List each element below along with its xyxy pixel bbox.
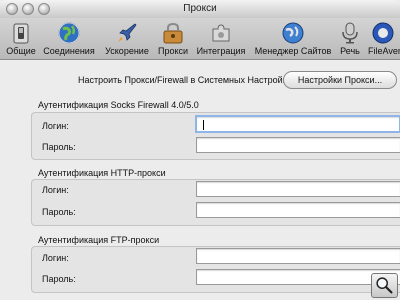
toolbar-item-integration[interactable]: Интеграция: [192, 18, 250, 60]
http-password-label: Пароль:: [42, 207, 76, 217]
socks-password-label: Пароль:: [42, 142, 76, 152]
toolbar-item-label: Речь: [340, 46, 360, 56]
socks-login-input[interactable]: [195, 115, 400, 133]
close-window-button[interactable]: [6, 3, 18, 15]
ftp-password-input[interactable]: [196, 269, 400, 285]
site-manager-globe-icon: [282, 22, 304, 44]
system-proxy-settings-label: Настроить Прокси/Firewall в Системных На…: [78, 75, 299, 85]
toolbar-item-label: Менеджер Сайтов: [254, 46, 332, 56]
http-login-label: Логин:: [42, 185, 69, 195]
toolbar-item-label: Соединения: [43, 46, 95, 56]
toolbar-item-label: Прокси: [157, 46, 189, 56]
zoom-window-button[interactable]: [38, 3, 50, 15]
toolbar-item-label: FileAven: [368, 46, 400, 56]
title-bar: Прокси: [0, 0, 400, 18]
toolbar-item-connections[interactable]: Соединения: [40, 18, 98, 60]
proxy-preferences-pane: Настроить Прокси/Firewall в Системных На…: [0, 61, 400, 300]
preferences-window: Прокси Общие Соединения Ускорение Прокси…: [0, 0, 400, 300]
ftp-login-input[interactable]: [196, 248, 400, 264]
system-proxy-settings-row: Настроить Прокси/Firewall в Системных На…: [0, 71, 400, 91]
socks-group-title: Аутентификация Socks Firewall 4.0/5.0: [38, 100, 199, 110]
microphone-icon: [342, 22, 358, 44]
http-password-input[interactable]: [196, 202, 400, 218]
window-title: Прокси: [183, 3, 217, 14]
toolbar-item-proxy[interactable]: Прокси: [156, 18, 190, 60]
rocket-icon: [118, 23, 137, 42]
toolbar-item-label: Ускорение: [105, 46, 149, 56]
toolbar-item-fileaven[interactable]: FileAven: [366, 18, 400, 60]
proxy-lock-icon: [163, 22, 183, 44]
toolbar-item-site-manager[interactable]: Менеджер Сайтов: [250, 18, 336, 60]
window-controls: [6, 3, 54, 15]
socks-password-input[interactable]: [196, 137, 400, 153]
minimize-window-button[interactable]: [22, 3, 34, 15]
fileaven-icon: [372, 22, 394, 44]
toolbar-item-acceleration[interactable]: Ускорение: [100, 18, 154, 60]
preferences-toolbar: Общие Соединения Ускорение Прокси Интегр…: [0, 18, 400, 60]
http-group-title: Аутентификация HTTP-прокси: [38, 168, 166, 178]
toolbar-item-label: Интеграция: [196, 46, 246, 56]
magnifier-button[interactable]: [371, 273, 398, 298]
globe-icon: [58, 22, 80, 44]
ftp-password-label: Пароль:: [42, 274, 76, 284]
toolbar-item-speech[interactable]: Речь: [336, 18, 364, 60]
magnifier-icon: [376, 277, 393, 294]
switch-icon: [13, 23, 29, 44]
toolbar-item-general[interactable]: Общие: [2, 18, 40, 60]
proxy-settings-button[interactable]: Настройки Прокси...: [283, 71, 397, 89]
socks-login-label: Логин:: [42, 121, 69, 131]
http-login-input[interactable]: [196, 181, 400, 197]
ftp-login-label: Логин:: [42, 253, 69, 263]
puzzle-icon: [212, 24, 230, 42]
toolbar-item-label: Общие: [6, 46, 36, 56]
ftp-group-title: Аутентификация FTP-прокси: [38, 235, 160, 245]
text-caret: [203, 120, 204, 130]
